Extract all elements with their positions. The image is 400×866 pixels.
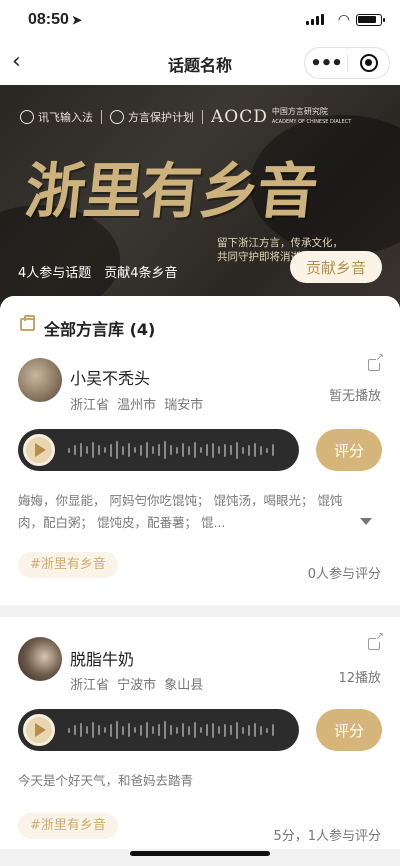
dialect-library: 全部方言库 (4) 小吴不秃头 浙江省 温州市 瑞安市 暂无播放 评分 娒娒，你… — [0, 296, 400, 866]
post-description: 娒娒，你显能， 阿妈匄你吃馄饨； 馄饨汤，喝眼光； 馄饨肉，配白粥； 馄饨皮，配… — [18, 493, 343, 530]
topic-banner: 讯飞输入法 方言保护计划 AOCD 中国方言研究院 ACADEMY OF CHIN… — [0, 85, 400, 310]
dialect-plan-logo-icon — [110, 110, 124, 124]
location-arrow-icon: ➤ — [71, 13, 82, 27]
logo-aocd-cn: 中国方言研究院 — [271, 107, 328, 117]
topic-stats: 4人参与话题 贡献4条乡音 — [18, 266, 178, 281]
user-name[interactable]: 小吴不秃头 — [70, 365, 150, 389]
logo-aocd-text: AOCD — [211, 107, 268, 127]
audio-player[interactable] — [18, 429, 299, 471]
waveform — [68, 720, 274, 740]
mini-program-capsule: ••• — [304, 47, 390, 79]
logo-xunfei-text: 讯飞输入法 — [38, 111, 93, 124]
contribute-button[interactable]: 贡献乡音 — [290, 251, 382, 283]
topic-tag[interactable]: #浙里有乡音 — [18, 813, 118, 839]
play-count: 暂无播放 — [328, 389, 381, 404]
status-bar: 08:50 ➤ ◠ — [0, 0, 400, 40]
logo-aocd: AOCD 中国方言研究院 ACADEMY OF CHINESE DIALECT — [211, 107, 351, 127]
post-description: 今天是个好天气，和爸妈去踏青 — [18, 773, 194, 788]
library-title: 全部方言库 (4) — [44, 320, 156, 339]
library-header: 全部方言库 (4) — [0, 296, 400, 354]
close-target-button[interactable] — [348, 54, 389, 72]
user-location: 浙江省 温州市 瑞安市 — [70, 398, 204, 413]
banner-headline: 浙里有乡音 — [21, 157, 320, 227]
audio-player[interactable] — [18, 709, 299, 751]
more-icon[interactable]: ••• — [305, 53, 347, 74]
battery-icon — [356, 14, 385, 26]
rate-button[interactable]: 评分 — [316, 709, 382, 751]
expand-icon[interactable] — [360, 518, 372, 525]
avatar[interactable] — [18, 637, 62, 681]
home-indicator[interactable] — [130, 851, 270, 856]
avatar[interactable] — [18, 358, 62, 402]
signal-icon — [306, 14, 324, 25]
nav-bar: ‹ 话题名称 ••• — [0, 40, 400, 85]
logo-divider — [202, 110, 203, 124]
user-name[interactable]: 脱脂牛奶 — [70, 646, 134, 670]
rating-summary: 5分，1人参与评分 — [273, 829, 381, 844]
list-item: 脱脂牛奶 浙江省 宁波市 象山县 12播放 评分 今天是个好天气，和爸妈去踏青 … — [0, 617, 400, 849]
target-icon — [359, 54, 378, 72]
status-time: 08:50 ➤ — [28, 11, 82, 28]
slogan-line-1: 留下浙江方言，传承文化， — [217, 237, 343, 249]
play-count: 12播放 — [338, 671, 381, 686]
logo-aocd-en: ACADEMY OF CHINESE DIALECT — [271, 119, 352, 125]
library-icon — [20, 315, 35, 331]
topic-tag[interactable]: #浙里有乡音 — [18, 552, 118, 578]
share-icon[interactable] — [368, 352, 384, 371]
share-icon[interactable] — [368, 631, 384, 650]
waveform — [68, 440, 274, 460]
logo-divider — [101, 110, 102, 124]
xunfei-logo-icon — [20, 110, 34, 124]
partner-logos: 讯飞输入法 方言保护计划 AOCD 中国方言研究院 ACADEMY OF CHIN… — [20, 107, 380, 127]
rating-summary: 0人参与评分 — [307, 567, 381, 582]
wifi-icon: ◠ — [337, 12, 350, 28]
logo-dialect-plan: 方言保护计划 — [110, 109, 194, 125]
logo-dialect-plan-text: 方言保护计划 — [128, 111, 194, 124]
user-location: 浙江省 宁波市 象山县 — [70, 678, 204, 693]
play-icon[interactable] — [23, 714, 55, 746]
rate-button[interactable]: 评分 — [316, 429, 382, 471]
logo-xunfei: 讯飞输入法 — [20, 109, 93, 125]
list-item: 小吴不秃头 浙江省 温州市 瑞安市 暂无播放 评分 娒娒，你显能， 阿妈匄你吃馄… — [0, 352, 400, 605]
logo-aocd-institute: 中国方言研究院 ACADEMY OF CHINESE DIALECT — [271, 107, 352, 126]
play-icon[interactable] — [23, 434, 55, 466]
